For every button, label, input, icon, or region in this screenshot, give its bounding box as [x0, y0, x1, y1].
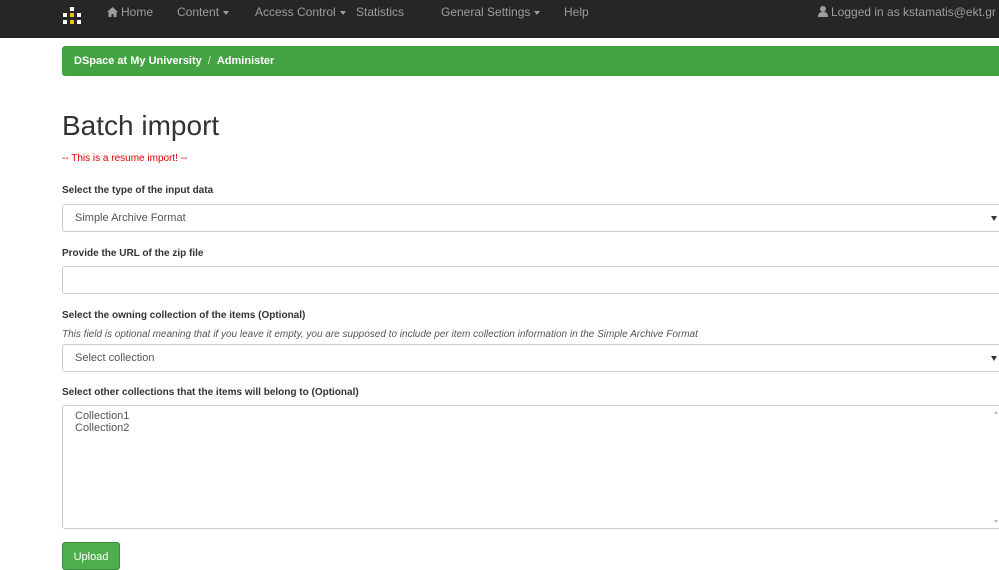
input-type-select[interactable]: Simple Archive Format — [62, 204, 999, 232]
top-navbar: Home Content Access Control Statistics G… — [0, 0, 999, 38]
page-title: Batch import — [62, 110, 220, 141]
owning-collection-select[interactable]: Select collection — [62, 344, 999, 372]
owning-collection-selected-value: Select collection — [75, 352, 155, 364]
owning-collection-help: This field is optional meaning that if y… — [62, 329, 698, 340]
user-icon — [818, 6, 828, 17]
nav-item-label: Home — [121, 5, 154, 19]
nav-item-content[interactable]: Content — [177, 5, 230, 19]
collection-option[interactable]: Collection2 — [75, 422, 999, 434]
nav-item-general-settings[interactable]: General Settings — [441, 5, 541, 19]
input-type-label: Select the type of the input data — [62, 185, 214, 196]
scroll-down-icon[interactable] — [994, 520, 998, 523]
chevron-down-icon — [991, 216, 997, 221]
user-login-text: Logged in as kstamatis@ekt.gr — [831, 5, 996, 19]
breadcrumb-separator: / — [207, 55, 211, 67]
upload-button[interactable]: Upload — [62, 542, 120, 570]
other-collections-label: Select other collections that the items … — [62, 387, 359, 398]
home-icon — [107, 7, 118, 17]
nav-item-help[interactable]: Help — [564, 5, 589, 19]
zip-url-label: Provide the URL of the zip file — [62, 248, 204, 259]
caret-down-icon — [534, 10, 541, 15]
nav-item-statistics[interactable]: Statistics — [356, 5, 404, 19]
nav-item-label: General Settings — [441, 5, 531, 19]
zip-url-input[interactable] — [62, 266, 999, 294]
resume-import-notice: -- This is a resume import! -- — [62, 153, 188, 164]
nav-item-home[interactable]: Home — [107, 5, 153, 19]
nav-item-label: Access Control — [255, 5, 336, 19]
breadcrumb-item-administer[interactable]: Administer — [217, 55, 274, 67]
nav-item-label: Help — [564, 5, 589, 19]
scroll-up-icon[interactable] — [994, 411, 998, 414]
collection-option[interactable]: Collection1 — [75, 410, 999, 422]
caret-down-icon — [223, 10, 230, 15]
breadcrumb-item-home[interactable]: DSpace at My University — [74, 55, 202, 67]
nav-item-access-control[interactable]: Access Control — [255, 5, 346, 19]
chevron-down-icon — [991, 356, 997, 361]
input-type-selected-value: Simple Archive Format — [75, 212, 186, 224]
nav-item-label: Content — [177, 5, 220, 19]
nav-item-label: Statistics — [356, 5, 405, 19]
caret-down-icon — [339, 10, 346, 15]
owning-collection-label: Select the owning collection of the item… — [62, 310, 306, 321]
dspace-logo-icon[interactable] — [63, 7, 81, 27]
navbar-inner: Home Content Access Control Statistics G… — [0, 0, 999, 38]
other-collections-multiselect[interactable]: Collection1 Collection2 — [62, 405, 999, 529]
breadcrumb: DSpace at My University / Administer — [62, 46, 999, 76]
nav-user-menu[interactable]: Logged in as kstamatis@ekt.gr — [818, 5, 996, 19]
